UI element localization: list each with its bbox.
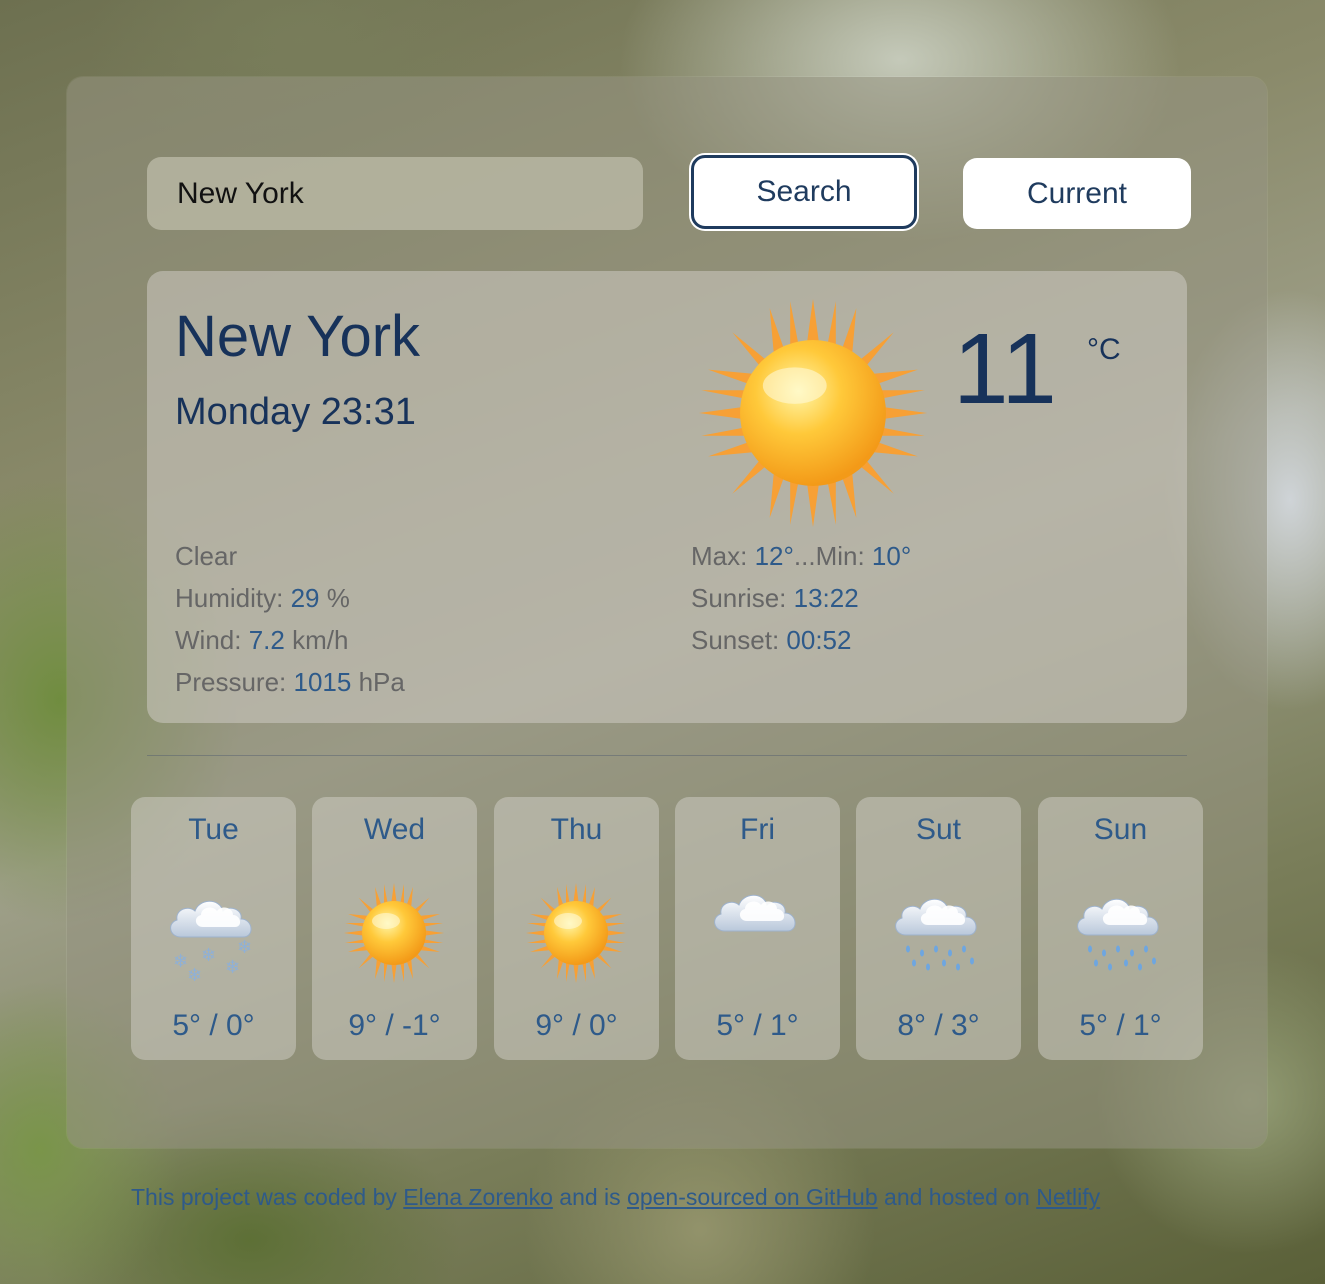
humidity-unit: % <box>319 583 350 613</box>
forecast-day-name: Thu <box>550 813 603 846</box>
forecast-day-name: Sun <box>1093 813 1148 846</box>
forecast-day-name: Sut <box>915 813 962 846</box>
sunset-value: 00:52 <box>786 625 852 655</box>
divider <box>147 755 1187 756</box>
weather-details: Clear Humidity: 29 % Wind: 7.2 km/h Pres… <box>175 535 405 703</box>
pressure-value: 1015 <box>293 667 352 697</box>
footer-text: and hosted on <box>877 1184 1037 1210</box>
weather-description: Clear <box>175 541 238 571</box>
pressure-unit: hPa <box>351 667 405 697</box>
sunrise-row: Sunrise: 13:22 <box>691 577 911 619</box>
pressure-label: Pressure: <box>175 667 294 697</box>
max-label: Max: <box>691 541 755 571</box>
forecast-day: Sun 5° / 1° <box>1038 797 1203 1060</box>
github-link[interactable]: open-sourced on GitHub <box>627 1184 878 1210</box>
forecast-day-name: Wed <box>363 813 426 846</box>
max-min-row: Max: 12°...Min: 10° <box>691 535 911 577</box>
wind-row: Wind: 7.2 km/h <box>175 619 405 661</box>
sun-icon <box>699 299 927 527</box>
min-value: 10° <box>871 541 912 571</box>
forecast-day: Wed 9° / -1° <box>312 797 477 1060</box>
svg-text:❄: ❄ <box>225 957 240 978</box>
sunrise-value: 13:22 <box>793 583 859 613</box>
current-temperature: 11 <box>953 313 1057 425</box>
forecast-day-name: Fri <box>740 813 775 846</box>
forecast-day-name: Tue <box>188 813 239 846</box>
humidity-label: Humidity: <box>175 583 291 613</box>
wind-unit: km/h <box>284 625 349 655</box>
sunset-row: Sunset: 00:52 <box>691 619 911 661</box>
max-value: 12° <box>754 541 794 571</box>
forecast-day: Sut 8° / 3° <box>856 797 1021 1060</box>
rain-icon <box>895 898 977 971</box>
sunrise-label: Sunrise: <box>691 583 794 613</box>
date-time: Monday 23:31 <box>175 391 416 433</box>
sunset-label: Sunset: <box>691 625 787 655</box>
temperature-unit[interactable]: °C <box>1087 333 1121 367</box>
forecast-temps: 5° / 1° <box>716 1009 799 1042</box>
forecast-day: Tue ❄ ❄ ❄ ❄ ❄ 5° / 0° <box>131 797 296 1060</box>
forecast-day: Thu 9° / 0° <box>494 797 659 1060</box>
wind-label: Wind: <box>175 625 249 655</box>
forecast-temps: 9° / 0° <box>535 1009 618 1042</box>
footer: This project was coded by Elena Zorenko … <box>131 1184 1100 1211</box>
humidity-value: 29 <box>290 583 320 613</box>
footer-text: and is <box>552 1184 628 1210</box>
forecast-temps: 5° / 1° <box>1079 1009 1162 1042</box>
svg-text:❄: ❄ <box>187 965 202 983</box>
author-link[interactable]: Elena Zorenko <box>403 1184 553 1210</box>
wind-value: 7.2 <box>248 625 285 655</box>
svg-text:❄: ❄ <box>201 945 216 966</box>
forecast-temps: 9° / -1° <box>348 1009 441 1042</box>
forecast-temps: 8° / 3° <box>897 1009 980 1042</box>
search-button[interactable]: Search <box>691 155 917 229</box>
forecast-day: Fri 5° / 1° <box>675 797 840 1060</box>
sun-icon <box>526 883 626 983</box>
weather-card: New York Search Current New York Monday … <box>67 77 1267 1148</box>
min-label: ...Min: <box>793 541 872 571</box>
city-search-input[interactable]: New York <box>147 157 643 230</box>
svg-text:❄: ❄ <box>237 937 252 958</box>
current-weather-panel: New York Monday 23:31 Clear Humidity: 29… <box>147 271 1187 723</box>
temperature-details: Max: 12°...Min: 10° Sunrise: 13:22 Sunse… <box>691 535 911 661</box>
humidity-row: Humidity: 29 % <box>175 577 405 619</box>
sun-icon <box>344 883 444 983</box>
current-location-button[interactable]: Current <box>963 158 1191 229</box>
city-name: New York <box>175 304 421 369</box>
cloud-icon <box>714 894 796 932</box>
svg-text:❄: ❄ <box>173 951 188 972</box>
footer-text: This project was coded by <box>131 1184 404 1210</box>
forecast-temps: 5° / 0° <box>172 1009 255 1042</box>
rain-icon <box>1077 898 1159 971</box>
pressure-row: Pressure: 1015 hPa <box>175 661 405 703</box>
netlify-link[interactable]: Netlify <box>1036 1184 1100 1210</box>
snow-icon: ❄ ❄❄❄❄ <box>170 900 252 983</box>
